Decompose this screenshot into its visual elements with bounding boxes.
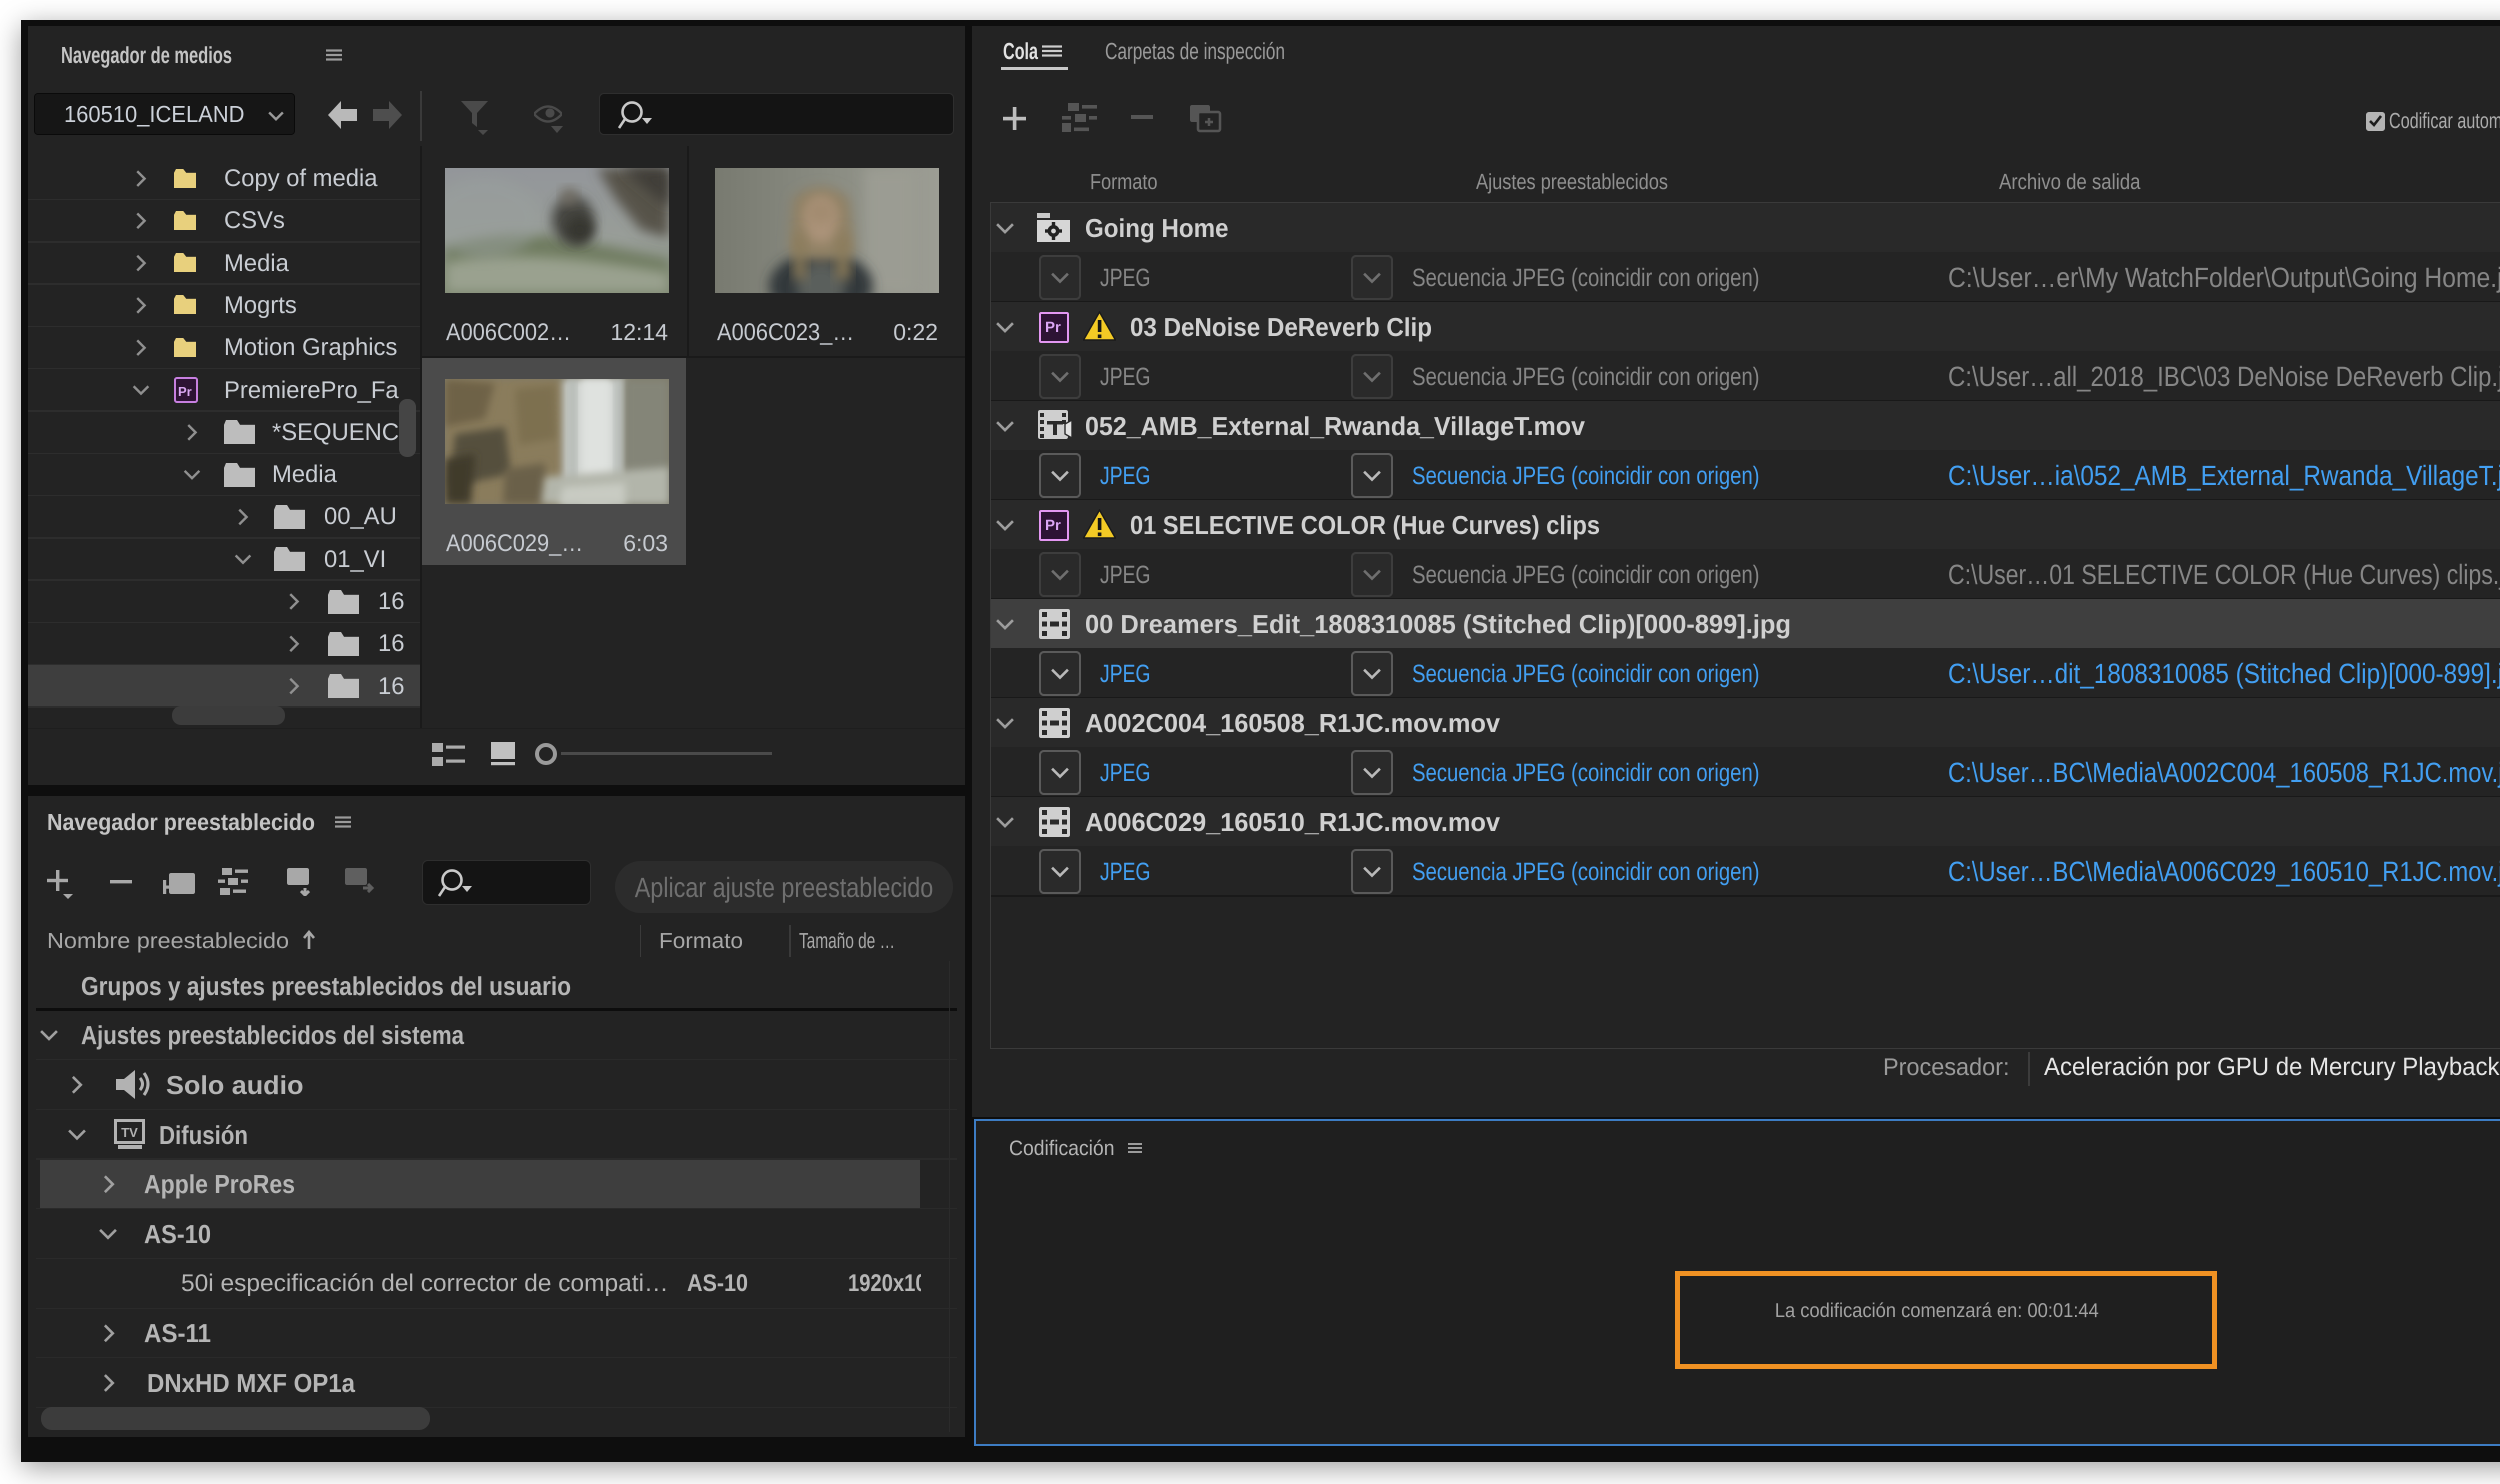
svg-text:TV: TV xyxy=(121,1124,138,1140)
